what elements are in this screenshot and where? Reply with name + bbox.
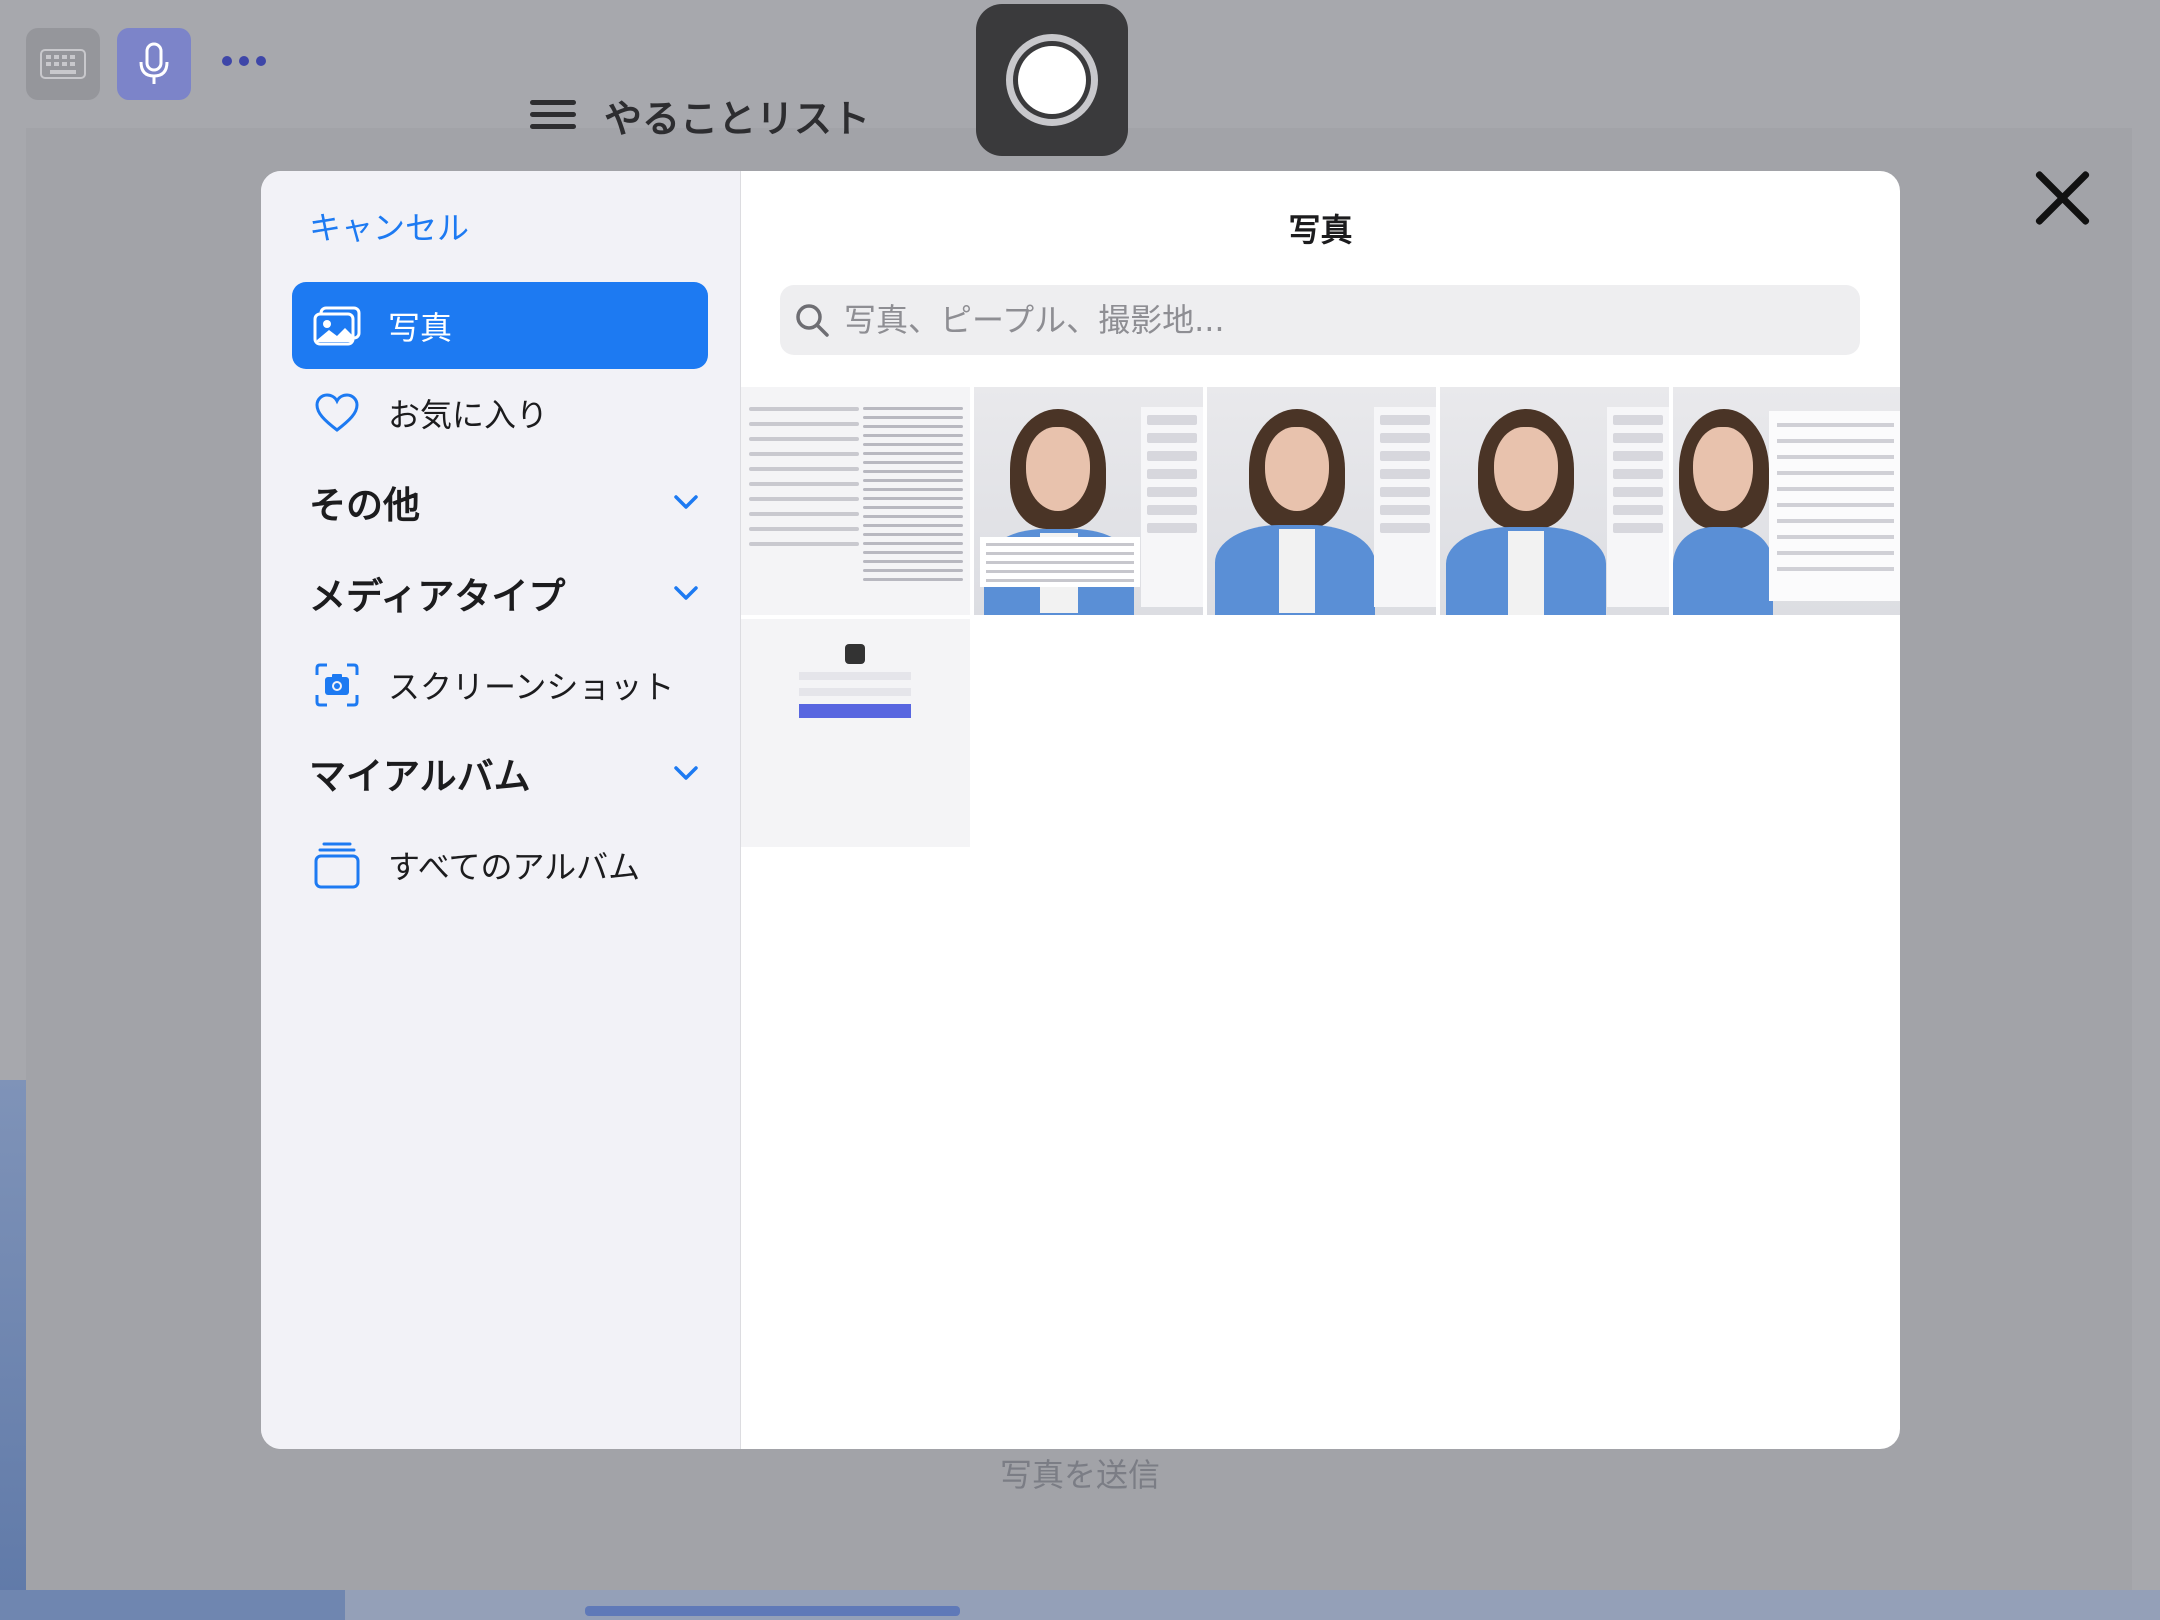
keyboard-button[interactable] bbox=[26, 28, 100, 100]
sidebar-item-screenshots[interactable]: スクリーンショット bbox=[292, 641, 708, 728]
record-button[interactable] bbox=[976, 4, 1128, 156]
background-bottom-strip bbox=[0, 1590, 2160, 1620]
screenshot-icon bbox=[312, 660, 362, 710]
more-icon[interactable] bbox=[222, 56, 266, 66]
photo-thumbnail[interactable] bbox=[974, 387, 1203, 615]
photo-thumbnail[interactable] bbox=[1207, 387, 1436, 615]
section-label: マイアルバム bbox=[309, 755, 531, 798]
keyboard-icon bbox=[40, 49, 86, 79]
picker-title: 写真 bbox=[1288, 211, 1353, 249]
section-label: メディアタイプ bbox=[309, 575, 566, 618]
section-media-type[interactable]: メディアタイプ bbox=[309, 568, 699, 618]
photos-icon bbox=[312, 301, 362, 351]
sidebar-item-label: 写真 bbox=[388, 308, 453, 347]
sidebar-item-label: スクリーンショット bbox=[388, 667, 675, 706]
chevron-down-icon bbox=[674, 586, 698, 600]
section-label: その他 bbox=[309, 484, 420, 527]
sidebar-item-all-albums[interactable]: すべてのアルバム bbox=[292, 821, 708, 908]
background-progress-bar bbox=[585, 1606, 960, 1616]
photo-picker-sheet: キャンセル 写真 お気に入り その他 メディアタイプ スクリーンショット マイア… bbox=[261, 171, 1900, 1449]
search-input[interactable] bbox=[844, 301, 1860, 339]
photo-thumbnail[interactable] bbox=[1673, 387, 1900, 615]
sidebar-item-photos[interactable]: 写真 bbox=[292, 282, 708, 369]
background-bottom-block bbox=[0, 1590, 345, 1620]
close-icon[interactable] bbox=[2030, 166, 2094, 230]
photo-thumbnail[interactable] bbox=[1440, 387, 1669, 615]
background-title-text: やることリスト bbox=[604, 96, 871, 141]
search-field[interactable] bbox=[780, 285, 1860, 355]
sidebar-item-label: すべてのアルバム bbox=[388, 847, 641, 886]
sidebar-item-favorites[interactable]: お気に入り bbox=[292, 369, 708, 456]
section-other[interactable]: その他 bbox=[309, 477, 699, 527]
search-icon bbox=[796, 304, 829, 337]
mic-icon bbox=[139, 42, 169, 84]
heart-icon bbox=[312, 388, 362, 438]
list-icon bbox=[530, 100, 576, 130]
picker-sidebar: キャンセル 写真 お気に入り その他 メディアタイプ スクリーンショット マイア… bbox=[261, 171, 741, 1449]
background-title: やることリスト bbox=[530, 95, 870, 141]
albums-icon bbox=[312, 840, 362, 890]
send-photo-label: 写真を送信 bbox=[1000, 1456, 1161, 1494]
background-left-strip bbox=[0, 1080, 26, 1620]
chevron-down-icon bbox=[674, 495, 698, 509]
mic-button[interactable] bbox=[117, 28, 191, 100]
chevron-down-icon bbox=[674, 766, 698, 780]
record-icon bbox=[1006, 34, 1098, 126]
sidebar-item-label: お気に入り bbox=[388, 395, 549, 434]
photo-thumbnail[interactable] bbox=[741, 619, 970, 847]
photo-thumbnail[interactable] bbox=[741, 387, 970, 615]
section-my-albums[interactable]: マイアルバム bbox=[309, 748, 699, 798]
picker-main: 写真 bbox=[741, 171, 1900, 1449]
cancel-button[interactable]: キャンセル bbox=[309, 203, 469, 249]
